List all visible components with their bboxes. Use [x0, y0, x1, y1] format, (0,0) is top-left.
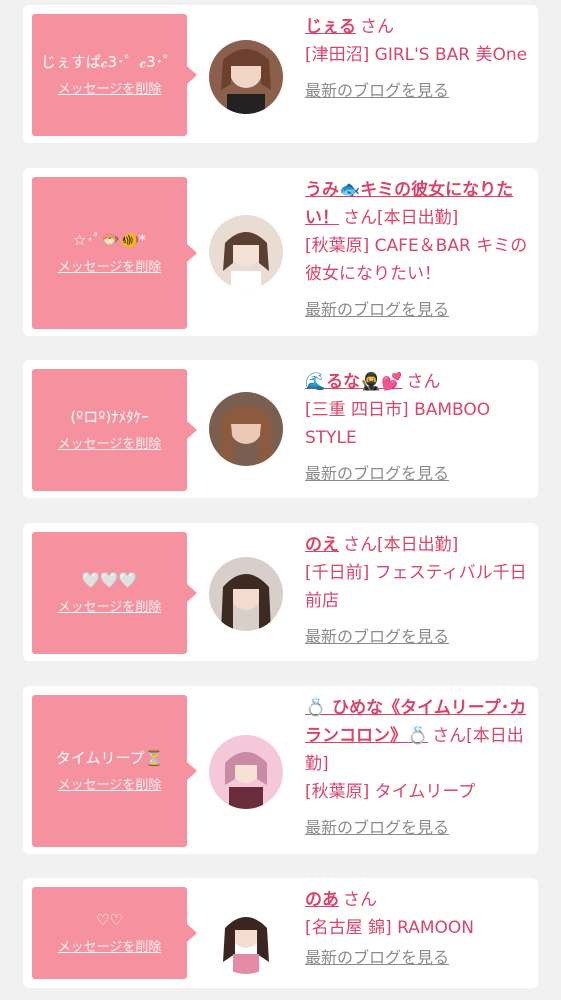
cast-info: 💍 ひめな《タイムリープ･カランコロン》💍 さん[本日出勤] [秋葉原] タイムリ… — [305, 694, 533, 840]
avatar[interactable] — [209, 900, 283, 974]
latest-blog-link[interactable]: 最新のブログを見る — [305, 946, 533, 970]
delete-message-link[interactable]: メッセージを削除 — [58, 777, 162, 795]
shop-name: [三重 四日市] BAMBOO STYLE — [305, 400, 491, 448]
honorific: さん — [360, 17, 394, 37]
message-text: タイムリープ⏳ — [55, 749, 164, 767]
shop-name: [津田沼] GIRL'S BAR 美One — [305, 45, 528, 65]
message-bubble: ☆･ﾟ🐡🐠* メッセージを削除 — [32, 177, 197, 329]
avatar[interactable] — [209, 557, 283, 631]
message-text: ☆･ﾟ🐡🐠* — [72, 231, 147, 249]
message-card: ☆･ﾟ🐡🐠* メッセージを削除 うみ🐟キミの彼女になりたい！ さん[本日出勤] [… — [23, 168, 538, 336]
message-bubble: じぇすぱ𝓬3･゜𝓬3･゜ メッセージを削除 — [32, 14, 197, 136]
cast-name-link[interactable]: のあ — [305, 890, 339, 910]
message-text: 🤍🤍🤍 — [81, 571, 138, 589]
honorific: さん — [343, 890, 377, 910]
delete-message-link[interactable]: メッセージを削除 — [58, 259, 162, 277]
shop-name: [千日前] フェスティバル千日前店 — [305, 563, 527, 611]
message-bubble: タイムリープ⏳ メッセージを削除 — [32, 695, 197, 847]
avatar[interactable] — [209, 215, 283, 289]
shop-name: [秋葉原] タイムリープ — [305, 782, 476, 802]
message-text: ♡♡ — [96, 911, 123, 929]
cast-info: じぇる さん [津田沼] GIRL'S BAR 美One 最新のブログを見る — [305, 13, 533, 103]
latest-blog-link[interactable]: 最新のブログを見る — [305, 79, 533, 103]
cast-info: のえ さん[本日出勤] [千日前] フェスティバル千日前店 最新のブログを見る — [305, 531, 533, 649]
message-card: 🤍🤍🤍 メッセージを削除 のえ さん[本日出勤] [千日前] フェスティバル千日前… — [23, 523, 538, 661]
latest-blog-link[interactable]: 最新のブログを見る — [305, 625, 533, 649]
shop-name: [秋葉原] CAFE＆BAR キミの彼女になりたい！ — [305, 236, 528, 284]
cast-name-link[interactable]: じぇる — [305, 17, 356, 37]
honorific: さん — [343, 208, 377, 228]
message-bubble: ♡♡ メッセージを削除 — [32, 887, 197, 979]
status-badge: [本日出勤] — [377, 535, 459, 555]
message-list: じぇすぱ𝓬3･゜𝓬3･゜ メッセージを削除 じぇる さん [津田沼] GIRL'S… — [0, 0, 561, 1000]
latest-blog-link[interactable]: 最新のブログを見る — [305, 816, 533, 840]
message-card: タイムリープ⏳ メッセージを削除 💍 ひめな《タイムリープ･カランコロン》💍 さん… — [23, 686, 538, 854]
cast-info: のあ さん [名古屋 錦] RAMOON 最新のブログを見る — [305, 886, 533, 970]
delete-message-link[interactable]: メッセージを削除 — [58, 599, 162, 617]
avatar[interactable] — [209, 40, 283, 114]
honorific: さん — [432, 726, 467, 746]
delete-message-link[interactable]: メッセージを削除 — [58, 436, 162, 454]
delete-message-link[interactable]: メッセージを削除 — [58, 81, 162, 99]
honorific: さん — [406, 372, 441, 392]
status-badge: [本日出勤] — [377, 208, 459, 228]
delete-message-link[interactable]: メッセージを削除 — [58, 939, 162, 957]
message-text: (ºロº)ﾅﾒﾀｹｰ — [70, 408, 149, 426]
message-card: (ºロº)ﾅﾒﾀｹｰ メッセージを削除 🌊るな🥷💕 さん [三重 四日市] BAM… — [23, 360, 538, 498]
message-card: じぇすぱ𝓬3･゜𝓬3･゜ メッセージを削除 じぇる さん [津田沼] GIRL'S… — [23, 5, 538, 143]
message-card: ♡♡ メッセージを削除 のあ さん [名古屋 錦] RAMOON 最新のブログを見… — [23, 878, 538, 988]
cast-info: 🌊るな🥷💕 さん [三重 四日市] BAMBOO STYLE 最新のブログを見る — [305, 368, 533, 486]
message-text: じぇすぱ𝓬3･゜𝓬3･゜ — [40, 53, 179, 71]
cast-info: うみ🐟キミの彼女になりたい！ さん[本日出勤] [秋葉原] CAFE＆BAR キミ… — [305, 176, 533, 322]
message-bubble: (ºロº)ﾅﾒﾀｹｰ メッセージを削除 — [32, 369, 197, 491]
cast-name-link[interactable]: 🌊るな🥷💕 — [305, 372, 403, 392]
avatar[interactable] — [209, 392, 283, 466]
message-bubble: 🤍🤍🤍 メッセージを削除 — [32, 532, 197, 654]
latest-blog-link[interactable]: 最新のブログを見る — [305, 298, 533, 322]
avatar[interactable] — [209, 735, 283, 809]
shop-name: [名古屋 錦] RAMOON — [305, 918, 474, 938]
cast-name-link[interactable]: のえ — [305, 535, 339, 555]
latest-blog-link[interactable]: 最新のブログを見る — [305, 462, 533, 486]
honorific: さん — [343, 535, 377, 555]
